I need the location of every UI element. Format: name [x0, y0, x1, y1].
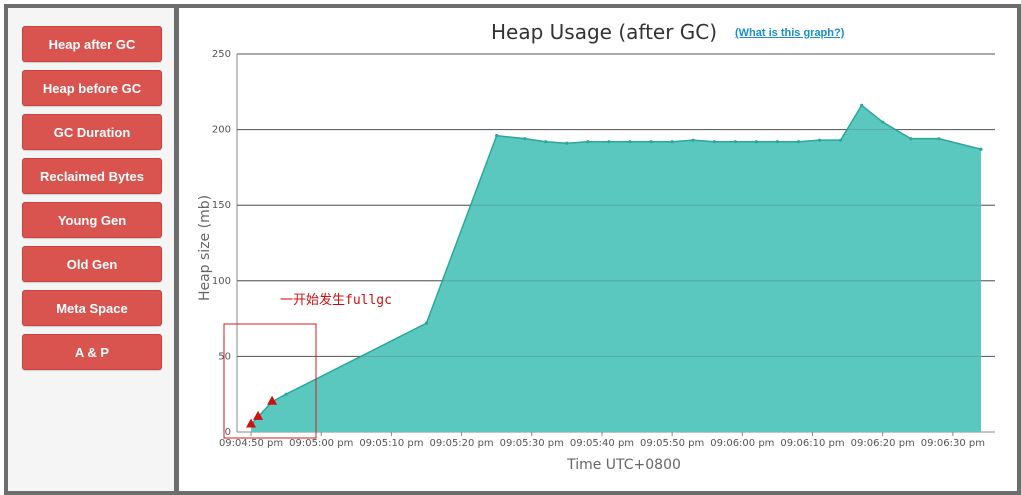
- data-point: [817, 138, 822, 142]
- data-point: [979, 147, 983, 151]
- young-gen-button[interactable]: Young Gen: [22, 202, 162, 238]
- heap-after-gc-button[interactable]: Heap after GC: [22, 26, 162, 62]
- sidebar: Heap after GC Heap before GC GC Duration…: [8, 8, 173, 491]
- data-point: [909, 137, 913, 141]
- data-point: [523, 137, 527, 141]
- data-point: [860, 103, 864, 108]
- y-tick-label: 50: [218, 351, 231, 362]
- data-point: [838, 138, 843, 142]
- x-tick-label: 09:05:20 pm: [429, 438, 493, 449]
- y-tick-label: 100: [212, 276, 231, 287]
- x-tick-label: 09:05:50 pm: [640, 438, 704, 449]
- data-point: [881, 120, 885, 124]
- x-tick-label: 09:04:50 pm: [219, 438, 283, 449]
- data-point: [607, 140, 611, 144]
- data-point: [670, 140, 674, 144]
- x-tick-label: 09:05:40 pm: [570, 438, 634, 449]
- chart-panel: Heap Usage (after GC) (What is this grap…: [179, 8, 1017, 491]
- data-point: [733, 140, 737, 144]
- heap-usage-chart: 0 50 100 150 200 250 09:04:50 pm 09:05:00 pm 09:…: [197, 49, 995, 473]
- a-and-p-button[interactable]: A & P: [22, 334, 162, 370]
- heap-area: [251, 105, 981, 433]
- y-tick-label: 200: [212, 125, 231, 136]
- data-point: [691, 138, 695, 142]
- data-point: [495, 134, 499, 138]
- data-point: [544, 140, 548, 144]
- x-tick-label: 09:06:10 pm: [780, 438, 844, 449]
- y-axis-label: Heap size (mb): [197, 195, 213, 301]
- data-point: [796, 140, 801, 144]
- data-point: [649, 140, 653, 144]
- data-point: [775, 140, 780, 144]
- y-tick-label: 150: [212, 200, 231, 211]
- gc-duration-button[interactable]: GC Duration: [22, 114, 162, 150]
- y-tick-label: 0: [225, 427, 231, 438]
- x-tick-label: 09:06:20 pm: [851, 438, 915, 449]
- x-axis-label: Time UTC+0800: [566, 457, 681, 473]
- x-tick-label: 09:05:30 pm: [500, 438, 564, 449]
- heap-before-gc-button[interactable]: Heap before GC: [22, 70, 162, 106]
- data-point: [586, 140, 590, 144]
- meta-space-button[interactable]: Meta Space: [22, 290, 162, 326]
- data-point: [712, 140, 716, 144]
- data-point: [565, 141, 569, 145]
- reclaimed-bytes-button[interactable]: Reclaimed Bytes: [22, 158, 162, 194]
- data-point: [284, 392, 288, 396]
- data-point: [628, 140, 632, 144]
- data-point: [424, 321, 429, 325]
- x-tick-label: 09:06:30 pm: [921, 438, 985, 449]
- x-tick-label: 09:05:00 pm: [289, 438, 353, 449]
- y-tick-label: 250: [212, 49, 231, 60]
- old-gen-button[interactable]: Old Gen: [22, 246, 162, 282]
- app-frame: Heap after GC Heap before GC GC Duration…: [4, 4, 1021, 495]
- x-tick-label: 09:05:10 pm: [359, 438, 423, 449]
- data-point: [937, 137, 941, 141]
- fullgc-annotation: 一开始发生fullgc: [280, 292, 392, 308]
- x-tick-label: 09:06:00 pm: [710, 438, 774, 449]
- data-point: [754, 140, 758, 144]
